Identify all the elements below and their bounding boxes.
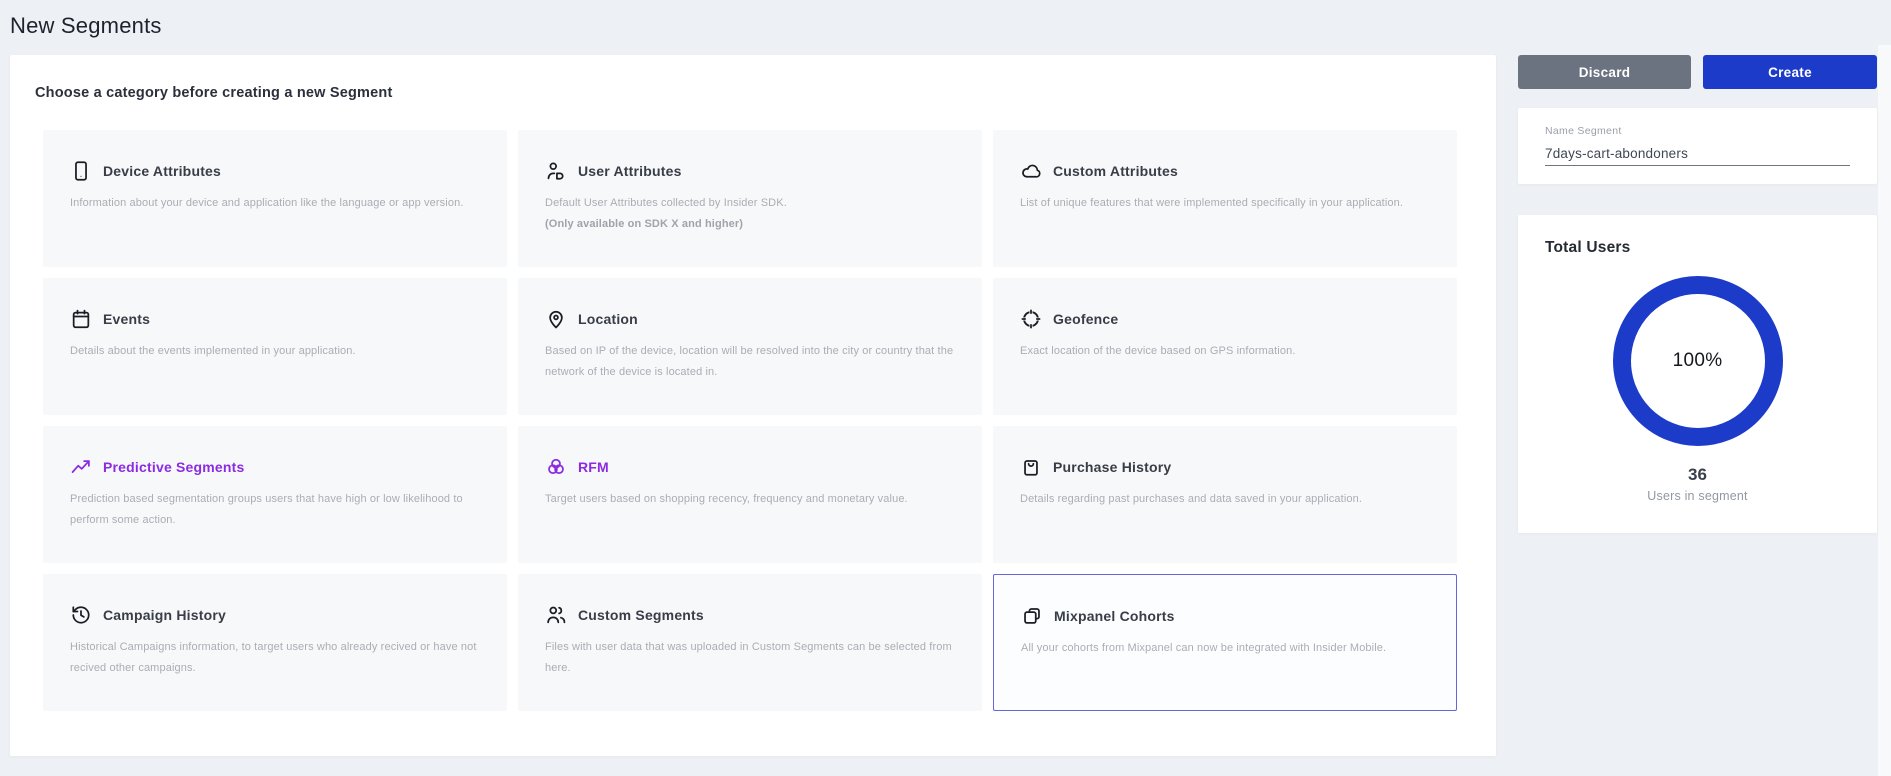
crosshair-icon xyxy=(1020,308,1042,330)
category-description: Details about the events implemented in … xyxy=(70,341,493,362)
category-title-row: Predictive Segments xyxy=(70,456,245,478)
category-description: Information about your device and applic… xyxy=(70,193,493,214)
name-segment-label: Name Segment xyxy=(1545,125,1622,137)
user-card-icon xyxy=(545,160,567,182)
category-description: Based on IP of the device, location will… xyxy=(545,341,968,384)
category-card-predictive-segments[interactable]: Predictive Segments Prediction based segm… xyxy=(43,426,507,563)
category-card-events[interactable]: Events Details about the events implement… xyxy=(43,278,507,415)
category-title: Location xyxy=(578,311,638,327)
cohorts-icon xyxy=(1021,605,1043,627)
category-title-row: Location xyxy=(545,308,638,330)
history-icon xyxy=(70,604,92,626)
category-description: List of unique features that were implem… xyxy=(1020,193,1443,214)
cloud-icon xyxy=(1020,160,1042,182)
category-card-device-attributes[interactable]: Device Attributes Information about your … xyxy=(43,130,507,267)
device-icon xyxy=(70,160,92,182)
users-icon xyxy=(545,604,567,626)
category-title-row: Purchase History xyxy=(1020,456,1171,478)
category-card-geofence[interactable]: Geofence Exact location of the device bas… xyxy=(993,278,1457,415)
category-title: Device Attributes xyxy=(103,163,221,179)
category-title: Purchase History xyxy=(1053,459,1171,475)
map-pin-icon xyxy=(545,308,567,330)
category-description: Historical Campaigns information, to tar… xyxy=(70,637,493,680)
category-description: Prediction based segmentation groups use… xyxy=(70,489,493,532)
users-count-caption: Users in segment xyxy=(1518,489,1877,503)
venn-icon xyxy=(545,456,567,478)
category-title-row: Custom Attributes xyxy=(1020,160,1178,182)
category-description: Default User Attributes collected by Ins… xyxy=(545,193,968,236)
category-card-rfm[interactable]: RFM Target users based on shopping recenc… xyxy=(518,426,982,563)
category-card-custom-segments[interactable]: Custom Segments Files with user data that… xyxy=(518,574,982,711)
category-card-user-attributes[interactable]: User Attributes Default User Attributes c… xyxy=(518,130,982,267)
discard-button[interactable]: Discard xyxy=(1518,55,1691,89)
scrollbar-track[interactable] xyxy=(1878,45,1891,776)
category-title-row: Events xyxy=(70,308,150,330)
category-title: Geofence xyxy=(1053,311,1118,327)
users-count: 36 xyxy=(1518,465,1877,485)
category-title: Custom Segments xyxy=(578,607,704,623)
name-segment-input[interactable] xyxy=(1545,141,1850,166)
trending-up-icon xyxy=(70,456,92,478)
category-panel: Choose a category before creating a new … xyxy=(10,55,1496,756)
category-title-row: Custom Segments xyxy=(545,604,704,626)
name-segment-card: Name Segment xyxy=(1518,108,1877,184)
panel-subtitle: Choose a category before creating a new … xyxy=(35,85,393,101)
total-users-donut-chart: 100% xyxy=(1612,275,1784,447)
category-title-row: Campaign History xyxy=(70,604,226,626)
shopping-bag-icon xyxy=(1020,456,1042,478)
category-title: Custom Attributes xyxy=(1053,163,1178,179)
category-description: Exact location of the device based on GP… xyxy=(1020,341,1443,362)
create-button[interactable]: Create xyxy=(1703,55,1877,89)
category-description-note: (Only available on SDK X and higher) xyxy=(545,218,743,230)
category-title: Events xyxy=(103,311,150,327)
category-title-row: Mixpanel Cohorts xyxy=(1021,605,1175,627)
category-card-custom-attributes[interactable]: Custom Attributes List of unique features… xyxy=(993,130,1457,267)
category-title: User Attributes xyxy=(578,163,682,179)
category-title-row: User Attributes xyxy=(545,160,682,182)
category-description: All your cohorts from Mixpanel can now b… xyxy=(1021,638,1442,659)
page-title: New Segments xyxy=(10,13,162,39)
category-grid: Device Attributes Information about your … xyxy=(43,130,1457,711)
category-title-row: Geofence xyxy=(1020,308,1118,330)
total-users-card: Total Users 100% 36 Users in segment xyxy=(1518,215,1877,533)
category-card-campaign-history[interactable]: Campaign History Historical Campaigns inf… xyxy=(43,574,507,711)
category-description: Target users based on shopping recency, … xyxy=(545,489,968,510)
category-title: Mixpanel Cohorts xyxy=(1054,608,1175,624)
donut-percentage: 100% xyxy=(1612,275,1784,447)
category-title: Predictive Segments xyxy=(103,459,245,475)
category-description: Files with user data that was uploaded i… xyxy=(545,637,968,680)
total-users-title: Total Users xyxy=(1545,239,1630,257)
category-description: Details regarding past purchases and dat… xyxy=(1020,489,1443,510)
category-card-location[interactable]: Location Based on IP of the device, locat… xyxy=(518,278,982,415)
category-title-row: RFM xyxy=(545,456,609,478)
category-title: Campaign History xyxy=(103,607,226,623)
category-title-row: Device Attributes xyxy=(70,160,221,182)
category-card-purchase-history[interactable]: Purchase History Details regarding past p… xyxy=(993,426,1457,563)
category-card-mixpanel-cohorts[interactable]: Mixpanel Cohorts All your cohorts from Mi… xyxy=(993,574,1457,711)
category-title: RFM xyxy=(578,459,609,475)
calendar-icon xyxy=(70,308,92,330)
